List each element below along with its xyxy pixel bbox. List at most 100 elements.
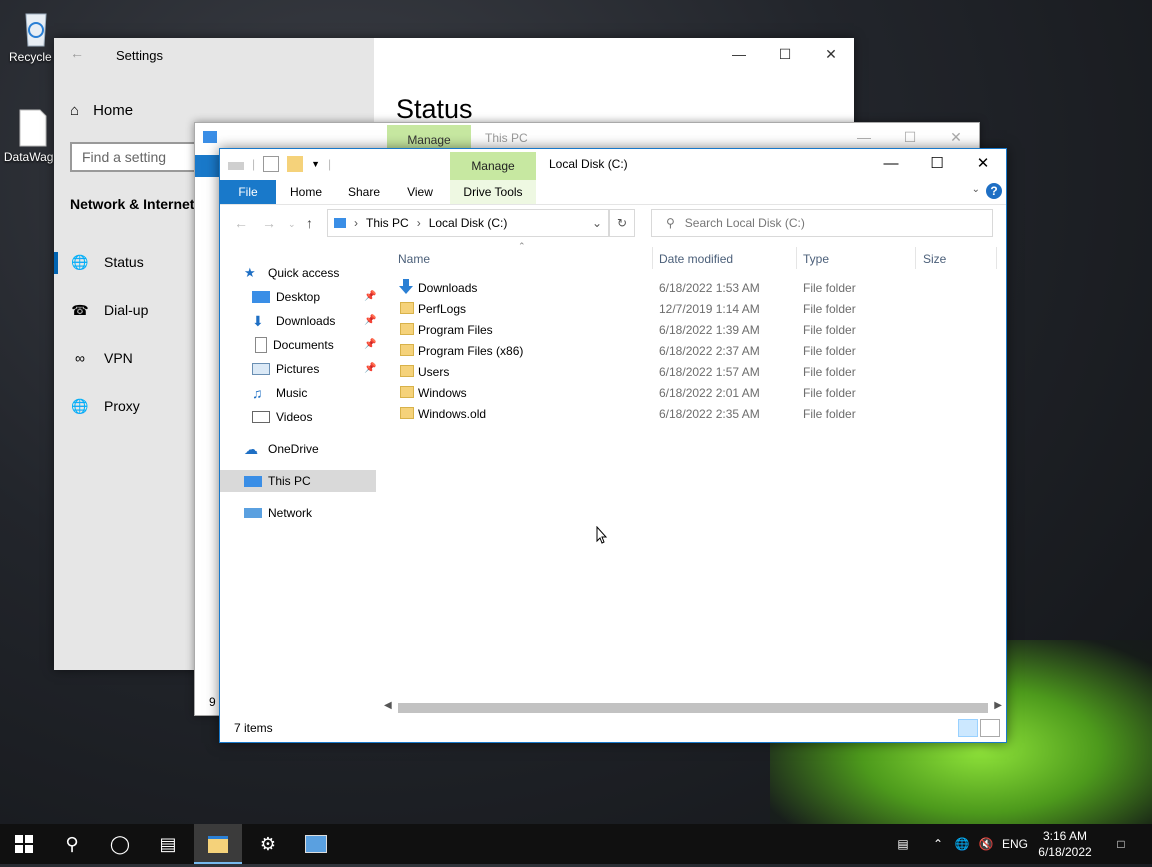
search-input[interactable]: ⚲ Search Local Disk (C:) xyxy=(651,209,993,237)
folder-icon xyxy=(400,407,414,419)
settings-home[interactable]: ⌂ Home xyxy=(70,102,133,119)
file-row[interactable]: Program Files 6/18/2022 1:39 AM File fol… xyxy=(396,319,876,340)
recycle-bin-icon xyxy=(18,8,54,48)
nav-label: Documents xyxy=(273,338,334,352)
quick-access-toolbar: | ▼ | xyxy=(228,156,331,172)
scroll-left-icon[interactable]: ◀ xyxy=(384,700,392,711)
folder-icon xyxy=(400,323,414,335)
cortana-icon[interactable]: ◯ xyxy=(96,824,144,864)
recent-chevron-icon[interactable]: ⌄ xyxy=(288,219,296,230)
nav-quick-access[interactable]: ★ Quick access xyxy=(244,262,339,284)
nav-onedrive[interactable]: ☁ OneDrive xyxy=(244,438,319,460)
pin-icon[interactable]: 📌 xyxy=(364,339,376,350)
large-icons-view-icon[interactable] xyxy=(980,719,1000,737)
up-arrow-icon[interactable]: ↑ xyxy=(306,215,313,231)
back-arrow-icon[interactable]: ← xyxy=(70,45,84,61)
chevron-up-icon[interactable]: ⌃ xyxy=(928,824,948,864)
search-icon[interactable]: ⚲ xyxy=(48,824,96,864)
folder-icon xyxy=(400,302,414,314)
app-taskbar-icon[interactable] xyxy=(292,824,340,864)
file-row[interactable]: Users 6/18/2022 1:57 AM File folder xyxy=(396,361,876,382)
column-size[interactable]: Size xyxy=(923,249,946,269)
file-explorer-taskbar-icon[interactable] xyxy=(194,824,242,864)
maximize-icon[interactable]: ☐ xyxy=(762,46,808,63)
chevron-down-icon[interactable]: ⌄ xyxy=(592,216,602,230)
close-icon[interactable]: ✕ xyxy=(933,129,979,146)
nav-pictures[interactable]: Pictures xyxy=(252,358,319,380)
forward-arrow-icon[interactable]: → xyxy=(262,215,276,231)
pin-icon[interactable]: 📌 xyxy=(364,315,376,326)
nav-downloads[interactable]: ⬇ Downloads xyxy=(252,310,335,332)
page-title: Status xyxy=(396,94,473,124)
document-icon xyxy=(14,108,50,148)
chevron-down-icon[interactable]: ▼ xyxy=(311,159,320,169)
computer-icon xyxy=(244,475,262,487)
computer-icon xyxy=(334,218,346,228)
maximize-icon[interactable]: ☐ xyxy=(914,149,960,179)
pictures-icon xyxy=(252,363,270,375)
file-row[interactable]: Windows 6/18/2022 2:01 AM File folder xyxy=(396,382,876,403)
maximize-icon[interactable]: ☐ xyxy=(887,129,933,146)
manage-tab[interactable]: Manage xyxy=(450,152,536,180)
chevron-down-icon[interactable]: ⌄ xyxy=(972,184,980,195)
language-indicator[interactable]: ENG xyxy=(1000,824,1030,864)
pin-icon[interactable]: 📌 xyxy=(364,291,376,302)
back-arrow-icon[interactable]: ← xyxy=(234,215,248,231)
close-icon[interactable]: ✕ xyxy=(960,149,1006,179)
column-type[interactable]: Type xyxy=(803,249,829,269)
notification-icon[interactable]: □ xyxy=(1108,824,1134,864)
horizontal-scrollbar[interactable]: ◀ ▶ xyxy=(380,699,1006,717)
breadcrumb-local-disk[interactable]: Local Disk (C:) xyxy=(429,216,508,230)
tab-home[interactable]: Home xyxy=(284,180,328,204)
file-name: PerfLogs xyxy=(418,301,467,316)
start-button[interactable] xyxy=(0,824,48,864)
clock[interactable]: 3:16 AM 6/18/2022 xyxy=(1030,828,1100,860)
minimize-icon[interactable]: — xyxy=(868,149,914,179)
file-tab-back[interactable] xyxy=(195,155,221,177)
nav-this-pc[interactable]: This PC xyxy=(220,470,376,492)
refresh-button[interactable]: ↻ xyxy=(609,209,635,237)
breadcrumb-this-pc[interactable]: This PC xyxy=(366,216,409,230)
pin-icon[interactable]: 📌 xyxy=(364,363,376,374)
nav-music[interactable]: ♫ Music xyxy=(252,382,307,404)
file-type: File folder xyxy=(803,385,856,400)
item-count: 7 items xyxy=(234,721,273,735)
column-divider[interactable] xyxy=(915,247,916,269)
tab-file[interactable]: File xyxy=(220,180,276,204)
new-folder-icon[interactable] xyxy=(287,156,304,172)
volume-muted-icon[interactable]: 🔇 xyxy=(976,824,996,864)
file-row[interactable]: PerfLogs 12/7/2019 1:14 AM File folder xyxy=(396,298,876,319)
tab-share[interactable]: Share xyxy=(342,180,386,204)
help-icon[interactable]: ? xyxy=(986,183,1002,199)
properties-icon[interactable] xyxy=(263,156,280,172)
nav-desktop[interactable]: Desktop xyxy=(252,286,378,308)
search-icon: ⚲ xyxy=(666,216,675,230)
column-divider[interactable] xyxy=(796,247,797,269)
task-view-icon[interactable]: ▤ xyxy=(144,824,192,864)
minimize-icon[interactable]: — xyxy=(716,46,762,63)
file-row[interactable]: Program Files (x86) 6/18/2022 2:37 AM Fi… xyxy=(396,340,876,361)
column-date-modified[interactable]: Date modified xyxy=(659,249,733,269)
file-row[interactable]: Downloads 6/18/2022 1:53 AM File folder xyxy=(396,277,876,298)
minimize-icon[interactable]: — xyxy=(841,129,887,146)
news-icon[interactable]: ▤ xyxy=(888,824,918,864)
close-icon[interactable]: ✕ xyxy=(808,46,854,63)
dialup-icon: ☎ xyxy=(71,301,89,318)
tab-drive-tools[interactable]: Drive Tools xyxy=(450,180,536,204)
file-row[interactable]: Windows.old 6/18/2022 2:35 AM File folde… xyxy=(396,403,876,424)
column-name[interactable]: Name xyxy=(398,249,430,269)
tab-view[interactable]: View xyxy=(400,180,440,204)
nav-documents[interactable]: Documents xyxy=(252,334,334,356)
column-divider[interactable] xyxy=(996,247,997,269)
column-divider[interactable] xyxy=(652,247,653,269)
scrollbar-thumb[interactable] xyxy=(398,703,988,713)
details-view-icon[interactable] xyxy=(958,719,978,737)
folder-icon xyxy=(400,365,414,377)
scroll-right-icon[interactable]: ▶ xyxy=(994,700,1002,711)
address-bar[interactable]: › This PC › Local Disk (C:) ⌄ xyxy=(327,209,609,237)
network-icon[interactable]: 🌐 xyxy=(952,824,972,864)
music-icon: ♫ xyxy=(252,385,263,401)
nav-videos[interactable]: Videos xyxy=(252,406,312,428)
settings-gear-icon[interactable]: ⚙ xyxy=(244,824,292,864)
nav-network[interactable]: Network xyxy=(244,502,312,524)
